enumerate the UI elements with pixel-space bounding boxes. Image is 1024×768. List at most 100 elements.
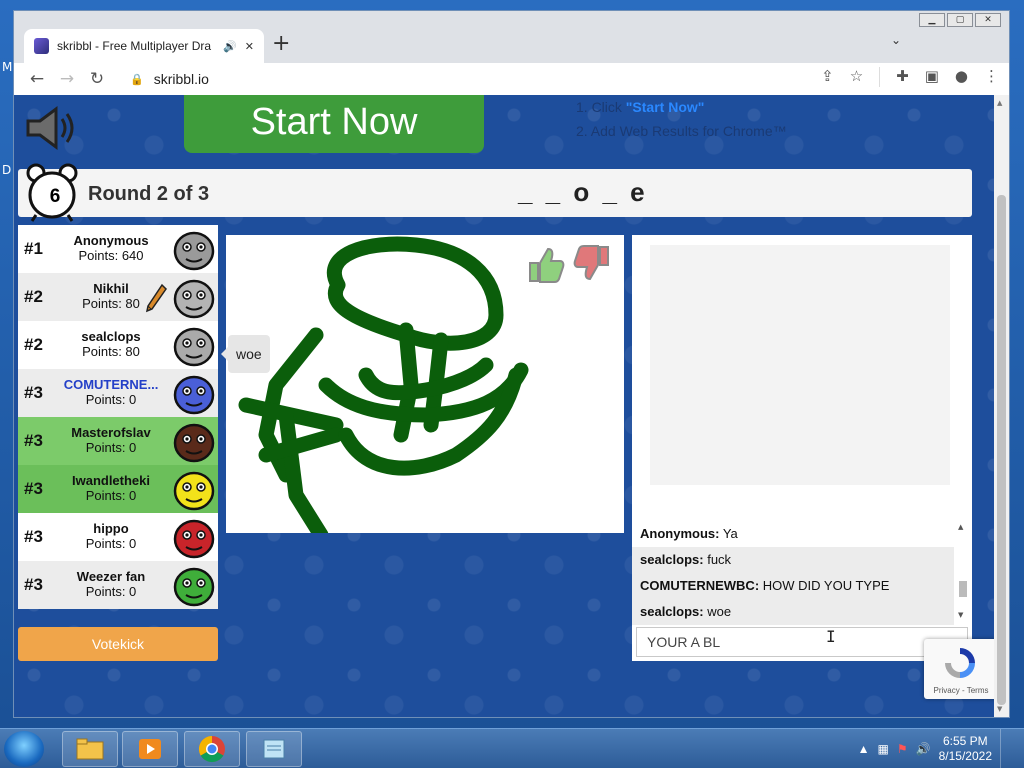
chat-log[interactable]: Anonymous: Ya sealclops: fuck COMUTERNEWBC…	[632, 521, 972, 625]
avatar-icon	[173, 375, 215, 415]
start-button[interactable]	[4, 731, 44, 767]
player-points: Points: 0	[85, 440, 137, 455]
chat-message: COMUTERNEWBC: HOW DID YOU TYPE	[632, 573, 954, 599]
notepad-taskbar-button[interactable]	[246, 731, 302, 767]
avatar-icon	[173, 279, 215, 319]
toolbar-actions: ⇪ ☆ ✚ ▣ ● ⋮	[821, 67, 999, 87]
player-points: Points: 0	[85, 488, 137, 503]
extensions-puzzle-icon[interactable]: ✚	[896, 67, 909, 87]
ad-placeholder	[650, 245, 950, 485]
player-rank: #2	[24, 287, 43, 306]
thumbs-down-icon[interactable]	[572, 243, 614, 285]
player-row[interactable]: #3 Masterofslav Points: 0	[18, 417, 218, 465]
desktop-icon-label: M	[2, 60, 13, 74]
minimize-button[interactable]: ▁	[919, 13, 945, 27]
player-name: sealclops	[81, 329, 141, 344]
chat-text: Ya	[722, 526, 738, 541]
ad-step-1-link[interactable]: "Start Now"	[626, 99, 705, 115]
scroll-up-arrow-icon[interactable]: ▲	[997, 99, 1002, 107]
close-window-button[interactable]: ✕	[975, 13, 1001, 27]
chrome-taskbar-button[interactable]	[184, 731, 240, 767]
page-scrollbar[interactable]: ▲ ▼	[994, 95, 1009, 717]
player-rank: #3	[24, 479, 43, 498]
window-controls: ▁ ▢ ✕	[919, 13, 1001, 27]
avatar-icon	[173, 519, 215, 559]
lock-icon[interactable]: 🔒	[130, 73, 144, 86]
player-info: Masterofslav Points: 0	[58, 425, 164, 455]
toolbar-divider	[879, 67, 881, 87]
address-bar[interactable]: 🔒 skribbl.io	[122, 66, 862, 92]
chat-text: fuck	[707, 552, 732, 567]
chat-username: sealclops:	[640, 552, 704, 567]
maximize-button[interactable]: ▢	[947, 13, 973, 27]
tab-search-chevron-icon[interactable]: ⌄	[891, 33, 901, 47]
avatar-icon	[173, 327, 215, 367]
back-arrow-icon[interactable]: ←	[22, 69, 52, 89]
flag-icon[interactable]: ⚑	[897, 742, 908, 756]
reload-icon[interactable]: ↻	[82, 69, 112, 89]
scroll-down-arrow-icon[interactable]: ▼	[997, 705, 1002, 713]
page-scroll-thumb[interactable]	[997, 195, 1006, 705]
chat-input[interactable]	[636, 627, 968, 657]
system-clock[interactable]: 6:55 PM 8/15/2022	[939, 734, 992, 764]
profile-avatar-icon[interactable]: ●	[955, 67, 968, 87]
chrome-icon	[198, 735, 225, 763]
share-icon[interactable]: ⇪	[821, 67, 834, 87]
clock-time: 6:55 PM	[942, 734, 988, 748]
ad-instructions: 1. Click "Start Now" 2. Add Web Results …	[576, 95, 787, 143]
windows-taskbar: ▲ ▦ ⚑ 🔊 6:55 PM 8/15/2022	[0, 728, 1024, 768]
recaptcha-links[interactable]: Privacy - Terms	[924, 686, 995, 695]
scroll-up-arrow-icon[interactable]: ▲	[958, 523, 963, 531]
ad-step-1-prefix: 1. Click	[576, 99, 626, 115]
close-tab-icon[interactable]: ✕	[245, 40, 254, 53]
network-icon[interactable]: ▦	[878, 742, 889, 756]
bookmark-star-icon[interactable]: ☆	[850, 67, 863, 87]
forward-arrow-icon[interactable]: →	[52, 69, 82, 89]
volume-icon[interactable]: 🔊	[916, 742, 931, 756]
player-points: Points: 80	[82, 344, 140, 359]
start-now-ad-button[interactable]: Start Now	[184, 95, 484, 153]
player-row[interactable]: #3 Iwandletheki Points: 0	[18, 465, 218, 513]
chat-panel: Anonymous: Ya sealclops: fuck COMUTERNEWBC…	[632, 235, 972, 661]
player-row[interactable]: #2 sealclops Points: 80	[18, 321, 218, 369]
player-info: COMUTERNE... Points: 0	[58, 377, 164, 407]
thumbs-up-icon[interactable]	[524, 243, 566, 285]
word-hint: _ _ o _ e	[518, 177, 648, 207]
show-hidden-icons-arrow-icon[interactable]: ▲	[858, 742, 870, 756]
player-row[interactable]: #3 COMUTERNE... Points: 0	[18, 369, 218, 417]
player-row[interactable]: #1 Anonymous Points: 640	[18, 225, 218, 273]
clock-date: 8/15/2022	[938, 749, 992, 763]
player-row[interactable]: #3 Weezer fan Points: 0	[18, 561, 218, 609]
media-player-taskbar-button[interactable]	[122, 731, 178, 767]
sound-speaker-icon[interactable]	[24, 105, 76, 151]
player-info: Anonymous Points: 640	[58, 233, 164, 263]
skribbl-favicon-icon	[34, 38, 50, 54]
scroll-down-arrow-icon[interactable]: ▼	[958, 611, 963, 619]
votekick-button[interactable]: Votekick	[18, 627, 218, 661]
side-panel-icon[interactable]: ▣	[925, 67, 939, 87]
browser-window: ▁ ▢ ✕ skribbl - Free Multiplayer Dra 🔊 ✕…	[13, 10, 1010, 718]
tab-title: skribbl - Free Multiplayer Dra	[57, 39, 212, 53]
speaker-icon[interactable]: 🔊	[223, 40, 237, 53]
player-name: Masterofslav	[71, 425, 151, 440]
avatar-icon	[173, 231, 215, 271]
recaptcha-logo-icon	[945, 648, 975, 678]
recaptcha-badge[interactable]: Privacy - Terms	[924, 639, 995, 699]
drawing-canvas[interactable]	[226, 235, 624, 533]
chat-message: Anonymous: Ya	[632, 521, 954, 547]
chat-scroll-thumb[interactable]	[959, 581, 967, 597]
chat-scrollbar[interactable]: ▲ ▼	[956, 523, 968, 619]
chat-username: sealclops:	[640, 604, 704, 619]
player-info: Iwandletheki Points: 0	[58, 473, 164, 503]
file-explorer-taskbar-button[interactable]	[62, 731, 118, 767]
player-rank: #3	[24, 383, 43, 402]
player-row[interactable]: #3 hippo Points: 0	[18, 513, 218, 561]
show-desktop-button[interactable]	[1000, 729, 1012, 768]
player-row[interactable]: #2 Nikhil Points: 80	[18, 273, 218, 321]
game-header: 6 Round 2 of 3 _ _ o _ e	[18, 163, 972, 222]
tab-skribbl[interactable]: skribbl - Free Multiplayer Dra 🔊 ✕	[24, 29, 264, 63]
menu-kebab-icon[interactable]: ⋮	[984, 67, 999, 87]
chat-text: HOW DID YOU TYPE	[762, 578, 890, 593]
system-tray: ▲ ▦ ⚑ 🔊 6:55 PM 8/15/2022	[858, 729, 1024, 768]
new-tab-button[interactable]: +	[272, 31, 290, 56]
